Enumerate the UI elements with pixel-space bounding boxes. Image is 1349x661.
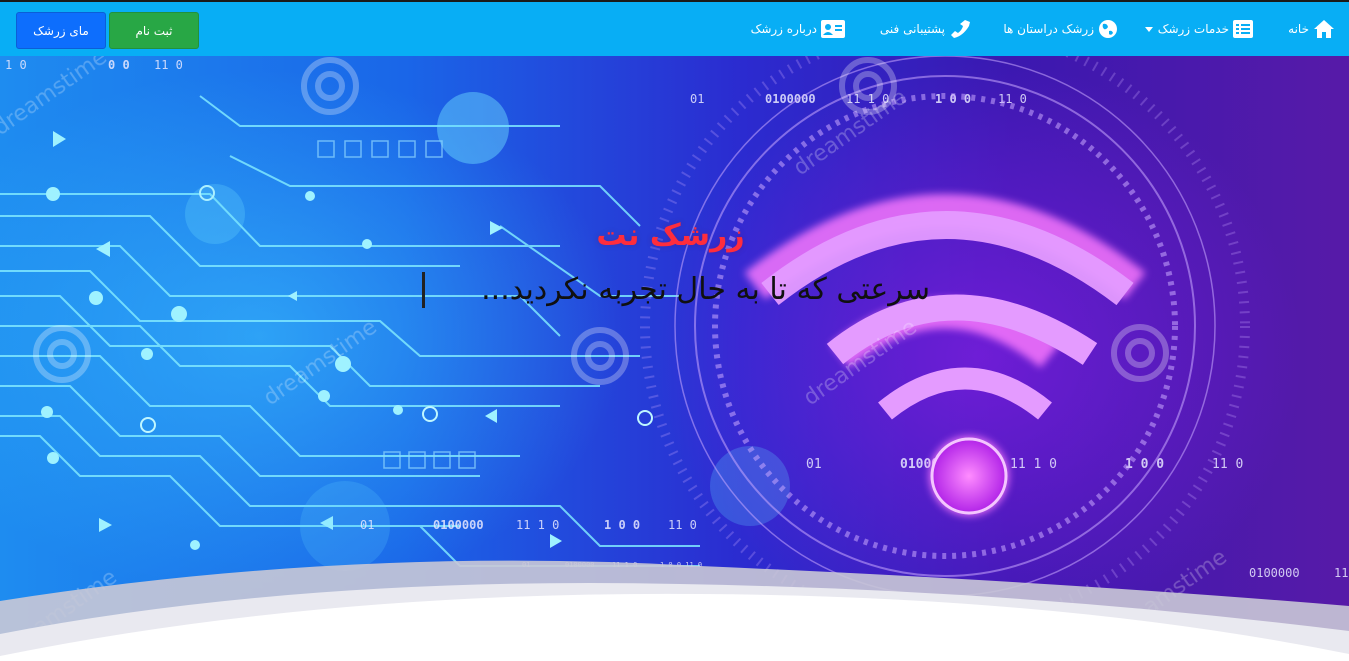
my-account-button[interactable]: مای زرشک (16, 12, 106, 49)
caret-down-icon (1144, 25, 1154, 33)
nav-support[interactable]: پشتیبانی فنی (880, 16, 971, 42)
hero-background-illustration: 1 00 0 11 0 01 0100000 11 1 01 0 0 11 0 01 01… (0, 56, 1349, 661)
nav-services-dropdown[interactable]: خدمات زرشک (1144, 16, 1253, 42)
nav-provinces-label: زرشک دراستان ها (1003, 22, 1094, 36)
hero-banner: 1 00 0 11 0 01 0100000 11 1 01 0 0 11 0 01 01… (0, 56, 1349, 661)
nav-home-label: خانه (1288, 22, 1309, 36)
svg-text:01: 01 (806, 457, 822, 472)
nav-support-label: پشتیبانی فنی (879, 22, 945, 36)
list-icon (1233, 20, 1253, 38)
globe-icon (1098, 19, 1118, 39)
svg-text:11 0: 11 0 (668, 518, 697, 532)
nav-provinces[interactable]: زرشک دراستان ها (1003, 16, 1118, 42)
svg-text:11 0: 11 0 (154, 58, 183, 72)
hero-subtitle: سرعتی که تا به حال تجربه نکردید... (481, 272, 930, 307)
register-button[interactable]: ثبت نام (109, 12, 199, 49)
svg-text:1 0: 1 0 (5, 58, 27, 72)
id-card-icon (821, 20, 845, 38)
phone-icon (949, 19, 971, 39)
svg-text:1 0 0: 1 0 0 (604, 518, 640, 532)
home-icon (1313, 19, 1335, 39)
top-navbar: خانه خدمات زرشک زرشک دراستان ها پشتیبانی… (0, 0, 1349, 56)
typing-cursor (422, 272, 425, 308)
svg-text:0100000: 0100000 (433, 518, 484, 532)
hero-title: زرشک نت (0, 218, 1349, 253)
svg-text:11 1 0: 11 1 0 (1010, 457, 1057, 472)
nav-home[interactable]: خانه (1288, 16, 1335, 42)
hero-title-text: زرشک نت (596, 218, 745, 253)
nav-services-label: خدمات زرشک (1157, 22, 1229, 36)
svg-text:0100000: 0100000 (1249, 566, 1300, 580)
nav-about[interactable]: درباره زرشک (751, 16, 845, 42)
nav-about-label: درباره زرشک (750, 22, 817, 36)
svg-text:01: 01 (360, 518, 374, 532)
svg-text:01: 01 (690, 92, 704, 106)
svg-text:11 1 0: 11 1 0 (516, 518, 559, 532)
svg-text:11: 11 (1334, 566, 1348, 580)
